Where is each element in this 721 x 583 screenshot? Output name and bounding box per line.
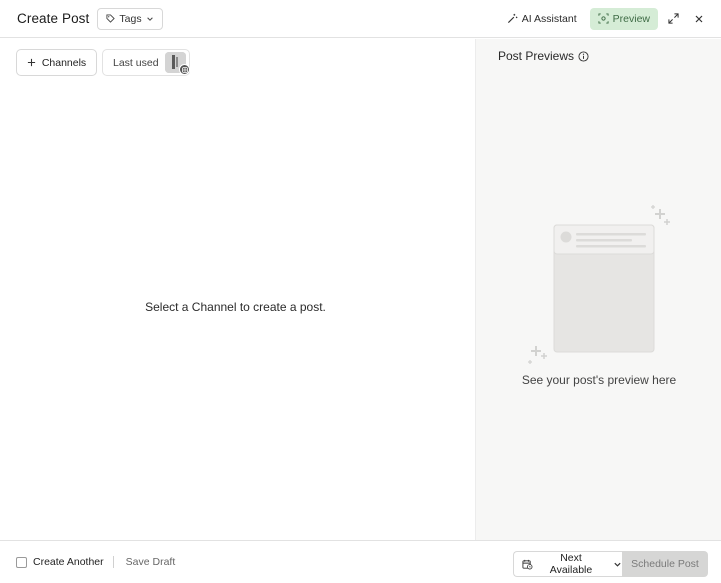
preview-label: Preview — [612, 12, 650, 25]
ai-assistant-button[interactable]: AI Assistant — [500, 8, 584, 30]
schedule-option-label: Next Available — [549, 552, 593, 576]
expand-icon — [667, 13, 679, 24]
expand-button[interactable] — [662, 8, 684, 30]
chevron-down-icon — [146, 16, 153, 21]
calendar-clock-icon — [522, 559, 533, 569]
preview-placeholder-illustration — [528, 205, 670, 364]
modal-header: Create Post Tags AI Assistant Preview — [0, 0, 721, 38]
preview-button[interactable]: Preview — [589, 7, 658, 30]
post-previews-pane: Post Previews See your post's preview he… — [475, 39, 721, 551]
create-another-checkbox[interactable] — [16, 556, 27, 568]
footer-divider — [112, 556, 114, 568]
schedule-post-button[interactable]: Schedule Post — [622, 551, 708, 577]
channels-label: Channels — [41, 56, 87, 69]
composer-pane: Channels Last used Select a Channel to c… — [0, 39, 475, 540]
modal-footer: Create Another Save Draft Next Available… — [0, 540, 721, 583]
tags-label: Tags — [119, 12, 142, 25]
save-draft-button[interactable]: Save Draft — [126, 556, 176, 568]
add-channels-button[interactable]: Channels — [16, 49, 97, 76]
ai-assistant-label: AI Assistant — [521, 12, 577, 25]
tag-icon — [106, 14, 116, 23]
last-used-label: Last used — [113, 56, 159, 69]
magic-wand-icon — [507, 13, 518, 24]
eye-scan-icon — [598, 13, 609, 24]
tags-button[interactable]: Tags — [97, 7, 163, 30]
preview-empty-caption: See your post's preview here — [521, 373, 677, 387]
chevron-down-icon — [614, 562, 621, 567]
close-icon — [695, 15, 703, 22]
close-button[interactable] — [688, 8, 710, 30]
instagram-badge-icon — [179, 64, 190, 75]
plus-icon — [27, 58, 35, 67]
post-previews-header: Post Previews — [498, 49, 589, 63]
empty-state-message: Select a Channel to create a post. — [145, 300, 326, 314]
schedule-option-dropdown[interactable]: Next Available — [513, 551, 622, 577]
create-another-label[interactable]: Create Another — [33, 556, 104, 568]
info-icon[interactable] — [578, 50, 589, 62]
last-used-channels[interactable]: Last used — [102, 49, 190, 76]
post-previews-title: Post Previews — [498, 49, 575, 63]
page-title: Create Post — [17, 11, 90, 26]
